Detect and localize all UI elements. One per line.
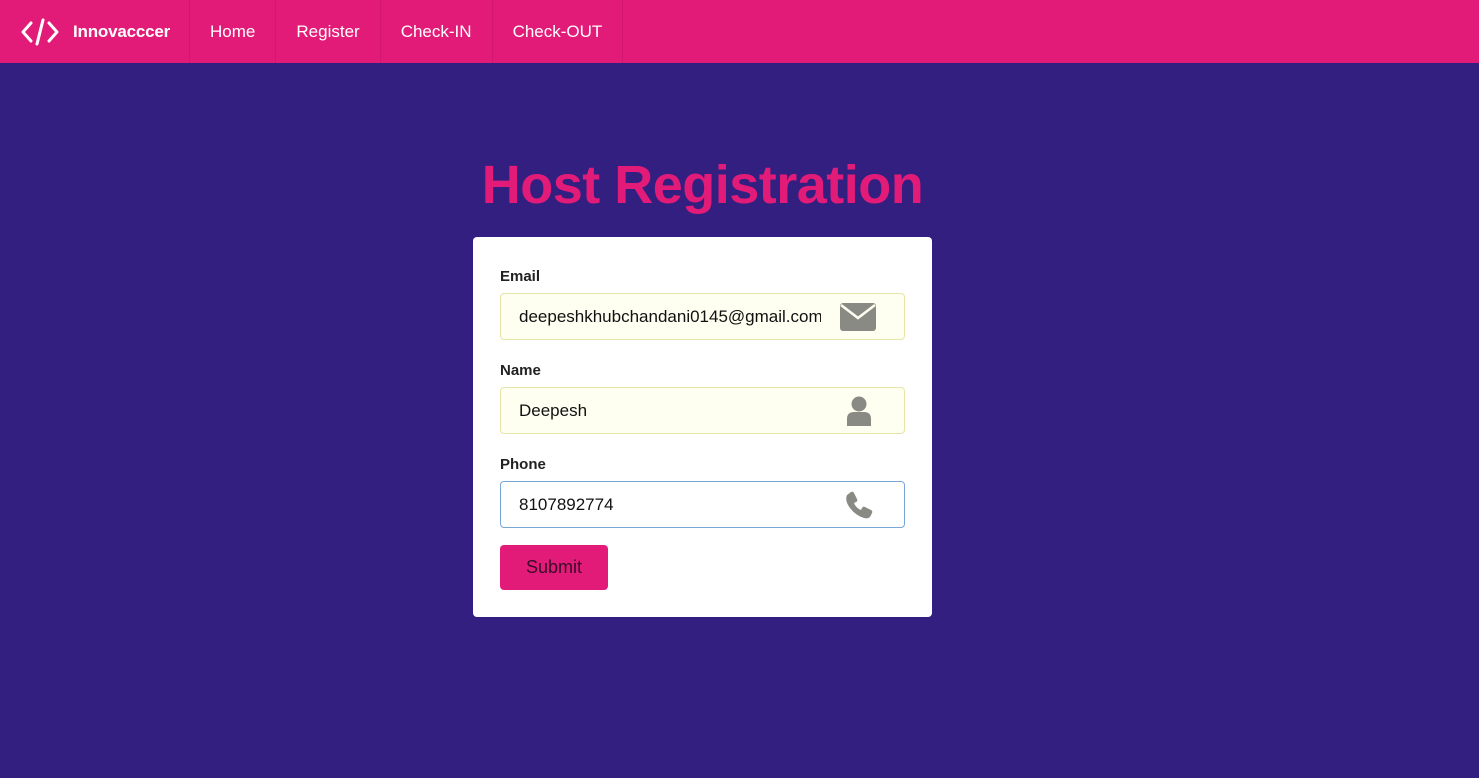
phone-field[interactable] — [501, 482, 821, 527]
phone-icon — [845, 491, 873, 519]
email-label: Email — [500, 268, 541, 285]
registration-form: Email Name Phone Submit — [473, 237, 932, 617]
nav-home[interactable]: Home — [190, 0, 277, 63]
nav-check-in[interactable]: Check-IN — [381, 0, 493, 63]
phone-field-wrapper — [500, 481, 905, 528]
email-field[interactable] — [501, 294, 821, 339]
user-icon — [846, 396, 872, 426]
brand-name: Innovacccer — [73, 21, 171, 41]
envelope-icon — [840, 302, 876, 331]
name-field[interactable] — [501, 388, 821, 433]
email-field-wrapper — [500, 293, 905, 340]
nav-check-out[interactable]: Check-OUT — [493, 0, 624, 63]
name-field-wrapper — [500, 387, 905, 434]
brand[interactable]: Innovacccer — [0, 0, 191, 63]
phone-label: Phone — [500, 456, 546, 473]
page-title: Host Registration — [481, 155, 924, 215]
code-icon — [21, 18, 59, 45]
nav-register[interactable]: Register — [276, 0, 381, 63]
submit-button[interactable]: Submit — [500, 545, 608, 590]
top-navbar: Innovacccer Home Register Check-IN Check… — [0, 0, 1479, 63]
name-label: Name — [500, 362, 541, 379]
